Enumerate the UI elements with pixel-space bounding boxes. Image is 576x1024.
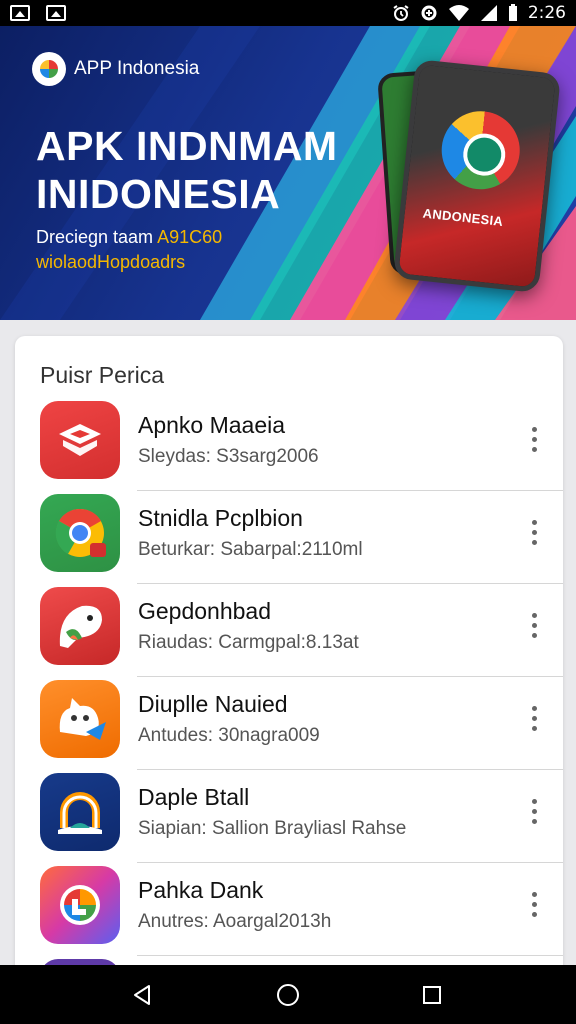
parrot-icon bbox=[40, 587, 120, 665]
section-title: Puisr Perica bbox=[40, 362, 164, 388]
app-subtitle: Sleydas: S3sarg2006 bbox=[138, 446, 319, 467]
more-options-icon[interactable] bbox=[523, 422, 545, 456]
app-subtitle: Anutres: Aoargal2013h bbox=[138, 911, 332, 932]
banner-tagline-2: wiolaodHopdoadrs bbox=[36, 252, 186, 272]
wifi-icon bbox=[448, 5, 469, 21]
tagline-highlight: A91C60 bbox=[157, 227, 223, 247]
brand: APP Indonesia bbox=[32, 52, 199, 86]
list-item[interactable]: Diuplle Nauied Antudes: 30nagra009 bbox=[15, 677, 563, 770]
signal-icon bbox=[480, 5, 497, 21]
chrome-icon bbox=[40, 494, 120, 572]
image-icon bbox=[46, 5, 66, 21]
app-name: Stnidla Pcplbion bbox=[138, 505, 303, 531]
data-saver-icon bbox=[421, 5, 437, 21]
list-item[interactable]: Gepdonhbad Riaudas: Carmgpal:8.13at bbox=[15, 584, 563, 677]
battery-icon bbox=[508, 4, 517, 21]
app-name: Daple Btall bbox=[138, 784, 250, 810]
apps-card: Puisr Perica Apnko Maaeia Sleydas: S3sar… bbox=[15, 336, 563, 976]
image-icon bbox=[10, 5, 30, 21]
more-options-icon[interactable] bbox=[523, 887, 545, 921]
app-subtitle: Beturkar: Sabarpal:2110ml bbox=[138, 539, 363, 560]
colorful-circle-icon bbox=[40, 866, 120, 944]
app-subtitle: Riaudas: Carmgpal:8.13at bbox=[138, 632, 359, 653]
list-item[interactable]: Apnko Maaeia Sleydas: S3sarg2006 bbox=[15, 398, 563, 491]
app-name: Gepdonhbad bbox=[138, 598, 272, 624]
promo-banner[interactable]: APP Indonesia APK INDNMAM INIDONESIA Dre… bbox=[0, 26, 576, 320]
phone-illustration: ANDONESIA bbox=[392, 58, 562, 294]
list-item[interactable]: Daple Btall Siapian: Sallion Brayliasl R… bbox=[15, 770, 563, 863]
red-box-icon bbox=[40, 401, 120, 479]
list-item[interactable]: Pahka Dank Anutres: Aoargal2013h bbox=[15, 863, 563, 956]
app-subtitle: Antudes: 30nagra009 bbox=[138, 725, 320, 746]
brand-logo-icon bbox=[32, 52, 66, 86]
recents-icon[interactable] bbox=[412, 977, 452, 1013]
arch-icon bbox=[40, 773, 120, 851]
back-icon[interactable] bbox=[122, 977, 162, 1013]
app-list: Apnko Maaeia Sleydas: S3sarg2006 Stnidla… bbox=[15, 398, 563, 956]
tagline-prefix: Dreciegn taam bbox=[36, 227, 158, 247]
headline-line-2: INIDONESIA bbox=[36, 171, 281, 217]
status-bar: 2:26 bbox=[0, 0, 576, 26]
more-options-icon[interactable] bbox=[523, 794, 545, 828]
alarm-icon bbox=[393, 5, 409, 21]
navigation-bar bbox=[0, 965, 576, 1024]
list-item[interactable]: Stnidla Pcplbion Beturkar: Sabarpal:2110… bbox=[15, 491, 563, 584]
banner-tagline: Dreciegn taam A91C60 bbox=[36, 227, 222, 248]
app-name: Pahka Dank bbox=[138, 877, 264, 903]
app-name: Apnko Maaeia bbox=[138, 412, 286, 438]
status-time: 2:26 bbox=[527, 3, 566, 23]
cat-icon bbox=[40, 680, 120, 758]
app-name: Diuplle Nauied bbox=[138, 691, 288, 717]
more-options-icon[interactable] bbox=[523, 701, 545, 735]
home-icon[interactable] bbox=[268, 977, 308, 1013]
brand-name: APP Indonesia bbox=[74, 58, 200, 79]
more-options-icon[interactable] bbox=[523, 515, 545, 549]
more-options-icon[interactable] bbox=[523, 608, 545, 642]
headline-line-1: APK INDNMAM bbox=[36, 123, 338, 169]
app-subtitle: Siapian: Sallion Brayliasl Rahse bbox=[138, 818, 407, 839]
banner-headline: APK INDNMAM INIDONESIA bbox=[36, 122, 338, 218]
